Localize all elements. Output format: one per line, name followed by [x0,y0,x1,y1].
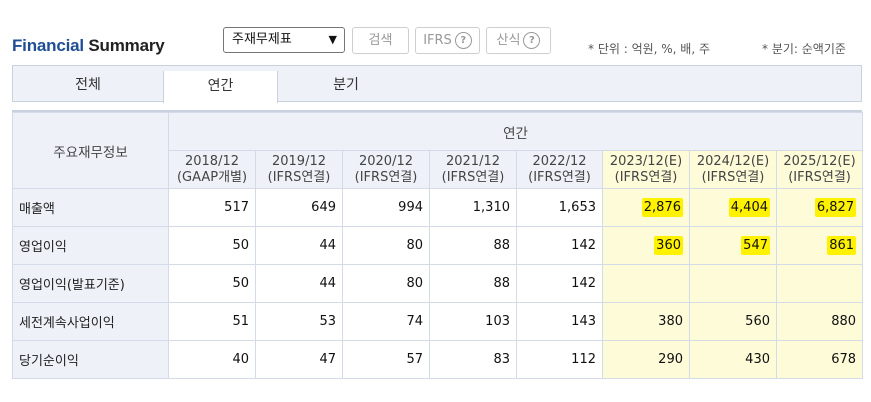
highlight-mark: 4,404 [728,198,770,217]
table-cell: 44 [255,226,343,265]
highlight-mark: 547 [741,236,770,255]
page-title: Financial Summary [12,36,165,56]
table-cell: 143 [516,302,603,341]
table-row: 세전계속사업이익 51 53 74 103 143 380 560 880 [12,302,864,341]
column-header: 2021/12 (IFRS연결) [429,150,517,189]
ifrs-button-label: IFRS [423,33,452,48]
column-header: 2018/12 (GAAP개별) [168,150,256,189]
table-cell-estimate: 560 [689,302,777,341]
table-cell: 80 [342,226,430,265]
ifrs-button[interactable]: IFRS? [415,27,480,54]
formula-button-label: 산식 [496,33,521,48]
column-header-estimate: 2025/12(E) (IFRS연결) [775,150,864,189]
financial-table: 주요재무정보 연간 2018/12 (GAAP개별) 2019/12 (IFRS연결… [12,110,864,402]
table-cell: 88 [429,264,517,303]
table-cell-estimate: 880 [775,302,864,341]
quarter-note: * 분기: 순액기준 [762,42,846,56]
column-header: 2020/12 (IFRS연결) [342,150,430,189]
table-cell: 83 [429,340,517,379]
table-cell-estimate: 547 [689,226,777,265]
group-header: 연간 [167,112,864,151]
row-label: 당기순이익 [12,340,169,379]
highlight-mark: 360 [654,236,683,255]
table-row: 매출액 517 649 994 1,310 1,653 2,876 4,404 … [12,188,864,227]
table-cell-estimate: 430 [689,340,777,379]
table-cell: 112 [516,340,603,379]
search-button-label: 검색 [368,33,393,48]
statement-type-value: 주재무제표 [232,32,292,47]
tab-annual[interactable]: 연간 [163,71,278,103]
table-row: 영업이익 50 44 80 88 142 360 547 861 [12,226,864,265]
table-cell: 142 [516,264,603,303]
highlight-mark: 861 [827,236,857,255]
search-button[interactable]: 검색 [352,27,409,54]
highlight-mark: 2,876 [641,198,683,217]
table-cell-estimate [602,264,690,303]
table-cell-estimate: 678 [775,340,864,379]
column-header: 2022/12 (IFRS연결) [516,150,603,189]
row-label: 매출액 [12,188,169,227]
table-cell: 1,310 [429,188,517,227]
unit-note: * 단위 : 억원, %, 배, 주 [588,42,711,56]
table-cell-estimate: 4,404 [689,188,777,227]
table-cell: 1,653 [516,188,603,227]
table-cell: 51 [168,302,256,341]
table-cell-estimate: 861 [775,226,864,265]
table-cell: 44 [255,264,343,303]
table-cell: 517 [168,188,256,227]
help-icon: ? [523,32,541,49]
highlight-mark: 6,827 [814,198,857,217]
column-header-estimate: 2023/12(E) (IFRS연결) [602,150,690,189]
table-cell: 74 [342,302,430,341]
table-cell: 50 [168,226,256,265]
table-cell-estimate [689,264,777,303]
table-cell-estimate: 360 [602,226,690,265]
period-tabs: 전체 연간 분기 [12,65,862,103]
help-icon: ? [454,32,472,49]
title-summary: Summary [88,36,165,55]
tab-quarterly[interactable]: 분기 [276,66,416,102]
chevron-down-icon: ▼ [328,33,337,46]
title-financial: Financial [12,36,84,55]
row-label: 영업이익 [12,226,169,265]
statement-type-select[interactable]: 주재무제표 ▼ [223,27,345,53]
column-header: 2019/12 (IFRS연결) [255,150,343,189]
table-cell: 142 [516,226,603,265]
tab-all[interactable]: 전체 [13,66,163,102]
table-cell: 47 [255,340,343,379]
table-cell: 50 [168,264,256,303]
table-cell-estimate: 380 [602,302,690,341]
table-cell-estimate: 290 [602,340,690,379]
table-cell: 994 [342,188,430,227]
row-label: 영업이익(발표기준) [12,264,169,303]
row-header: 주요재무정보 [12,112,169,189]
table-cell: 80 [342,264,430,303]
row-label: 세전계속사업이익 [12,302,169,341]
table-row: 당기순이익 40 47 57 83 112 290 430 678 [12,340,864,379]
formula-button[interactable]: 산식? [486,27,551,54]
table-cell: 57 [342,340,430,379]
table-cell-estimate: 2,876 [602,188,690,227]
table-cell: 103 [429,302,517,341]
table-row: 영업이익(발표기준) 50 44 80 88 142 [12,264,864,303]
table-cell: 88 [429,226,517,265]
table-cell-estimate: 6,827 [775,188,864,227]
table-cell-estimate [775,264,864,303]
table-cell: 649 [255,188,343,227]
table-cell: 40 [168,340,256,379]
table-cell: 53 [255,302,343,341]
column-header-estimate: 2024/12(E) (IFRS연결) [689,150,777,189]
